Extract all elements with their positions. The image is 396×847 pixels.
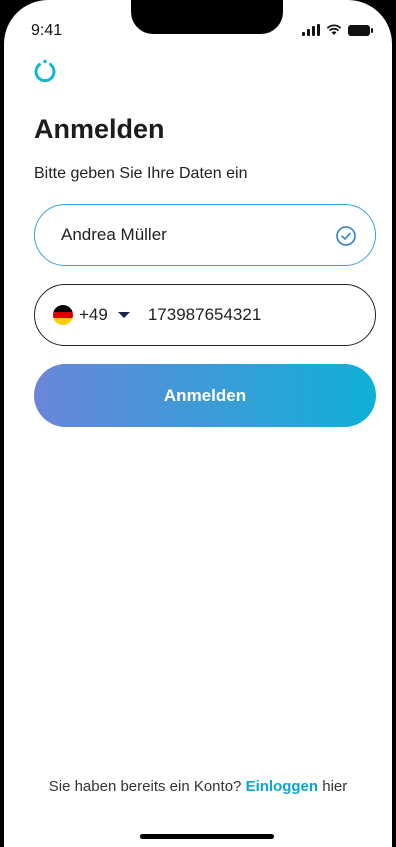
dial-code[interactable]: +49 xyxy=(79,305,108,325)
name-field[interactable] xyxy=(34,204,376,266)
status-time: 9:41 xyxy=(31,22,63,39)
home-indicator xyxy=(140,834,274,839)
battery-icon xyxy=(348,24,373,36)
power-ring-icon xyxy=(34,59,56,83)
login-prompt-suffix: hier xyxy=(322,778,348,795)
check-circle-icon xyxy=(336,226,356,246)
notch xyxy=(131,0,283,34)
status-icons xyxy=(302,24,373,36)
phone-screen: 9:41 Anmelden Bitte geben Sie Ihre Daten… xyxy=(4,0,392,847)
germany-flag-icon[interactable] xyxy=(53,305,73,325)
wifi-icon xyxy=(326,24,342,35)
page-subtitle: Bitte geben Sie Ihre Daten ein xyxy=(34,165,248,182)
name-input[interactable] xyxy=(59,224,323,246)
phone-number-field[interactable]: +49 xyxy=(34,284,376,346)
login-link[interactable]: Einloggen xyxy=(246,778,319,795)
page-title: Anmelden xyxy=(34,114,165,144)
chevron-down-icon[interactable] xyxy=(117,312,130,318)
phone-input[interactable] xyxy=(145,304,320,326)
login-prompt-text: Sie haben bereits ein Konto? xyxy=(48,778,242,795)
signal-icon xyxy=(302,24,320,36)
login-prompt: Sie haben bereits ein Konto? Einloggen h… xyxy=(4,778,392,795)
submit-button[interactable]: Anmelden xyxy=(34,364,376,427)
